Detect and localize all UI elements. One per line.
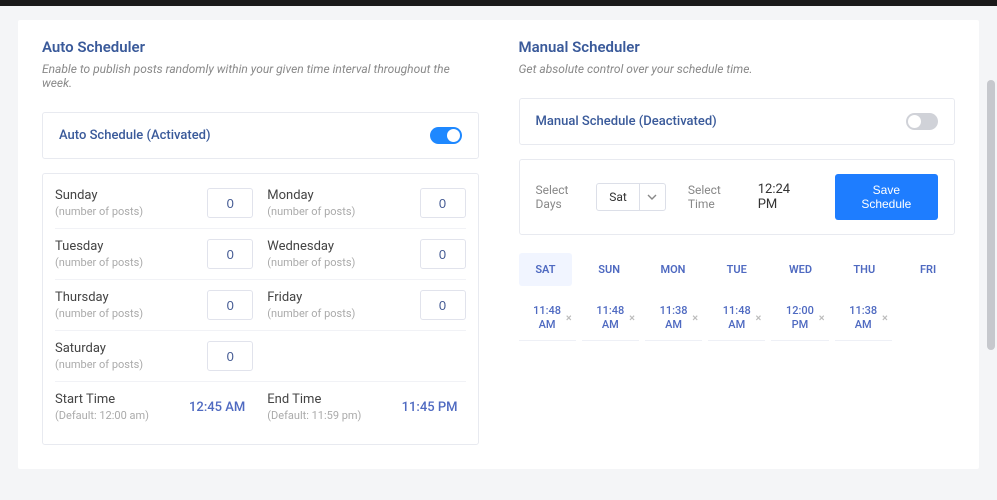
- day-input-saturday[interactable]: [207, 341, 253, 371]
- select-time-value[interactable]: 12:24 PM: [754, 182, 813, 212]
- day-cell-friday: Friday (number of posts): [267, 290, 465, 320]
- auto-subtitle: Enable to publish posts randomly within …: [42, 62, 479, 90]
- end-time-value[interactable]: 11:45 PM: [394, 394, 466, 421]
- select-days-dropdown[interactable]: Sat: [596, 183, 666, 211]
- time-chip: 11:48 AM ×: [582, 296, 639, 341]
- manual-day-tabs: SAT SUN MON TUE WED THU FRI: [519, 253, 956, 286]
- day-name: Friday: [267, 290, 355, 305]
- day-name: Thursday: [55, 290, 143, 305]
- day-name: Monday: [267, 188, 355, 203]
- day-name: Sunday: [55, 188, 143, 203]
- select-time-label: Select Time: [688, 183, 746, 211]
- tab-sun[interactable]: SUN: [582, 253, 636, 286]
- select-days-label: Select Days: [536, 183, 589, 211]
- close-icon[interactable]: ×: [692, 311, 698, 324]
- time-chip-value: 11:48 AM: [596, 304, 624, 332]
- tab-fri[interactable]: FRI: [901, 253, 955, 286]
- day-input-wednesday[interactable]: [420, 239, 466, 269]
- manual-card-label: Manual Schedule (Deactivated): [536, 114, 717, 129]
- day-hint: (number of posts): [267, 307, 355, 320]
- end-time-hint: (Default: 11:59 pm): [267, 409, 361, 422]
- day-input-tuesday[interactable]: [207, 239, 253, 269]
- time-chip: 12:00 PM ×: [771, 296, 828, 341]
- manual-scheduler-column: Manual Scheduler Get absolute control ov…: [519, 38, 956, 445]
- time-chip-value: 11:38 AM: [849, 304, 877, 332]
- time-chip: 11:38 AM ×: [835, 296, 892, 341]
- day-hint: (number of posts): [267, 256, 355, 269]
- end-time-label: End Time: [267, 392, 361, 407]
- time-chip: 11:38 AM ×: [645, 296, 702, 341]
- day-input-monday[interactable]: [420, 188, 466, 218]
- auto-toggle-card: Auto Schedule (Activated): [42, 112, 479, 159]
- day-cell-sunday: Sunday (number of posts): [55, 188, 253, 218]
- day-hint: (number of posts): [55, 205, 143, 218]
- day-input-friday[interactable]: [420, 290, 466, 320]
- time-chip-empty: [898, 296, 955, 341]
- auto-scheduler-column: Auto Scheduler Enable to publish posts r…: [42, 38, 479, 445]
- manual-times-row: 11:48 AM × 11:48 AM × 11:38 AM × 11:48 A…: [519, 296, 956, 341]
- select-time-group: Select Time 12:24 PM: [688, 182, 813, 212]
- select-days-group: Select Days Sat: [536, 183, 666, 211]
- close-icon[interactable]: ×: [566, 311, 572, 324]
- manual-subtitle: Get absolute control over your schedule …: [519, 62, 956, 76]
- close-icon[interactable]: ×: [882, 311, 888, 324]
- page-content: Auto Scheduler Enable to publish posts r…: [18, 20, 979, 469]
- day-hint: (number of posts): [55, 358, 143, 371]
- day-input-sunday[interactable]: [207, 188, 253, 218]
- manual-toggle-card: Manual Schedule (Deactivated): [519, 98, 956, 145]
- day-name: Wednesday: [267, 239, 355, 254]
- day-cell-saturday: Saturday (number of posts): [55, 341, 253, 371]
- day-name: Saturday: [55, 341, 143, 356]
- start-time-cell: Start Time (Default: 12:00 am) 12:45 AM: [55, 392, 253, 422]
- window-topbar: [0, 0, 997, 6]
- auto-card-label: Auto Schedule (Activated): [59, 128, 211, 143]
- tab-sat[interactable]: SAT: [519, 253, 573, 286]
- day-hint: (number of posts): [55, 307, 143, 320]
- start-time-value[interactable]: 12:45 AM: [181, 394, 253, 421]
- tab-mon[interactable]: MON: [646, 253, 700, 286]
- manual-controls: Select Days Sat Select Time 12:24 PM Sav…: [519, 159, 956, 235]
- close-icon[interactable]: ×: [629, 311, 635, 324]
- day-cell-monday: Monday (number of posts): [267, 188, 465, 218]
- day-name: Tuesday: [55, 239, 143, 254]
- start-time-label: Start Time: [55, 392, 149, 407]
- time-chip-value: 11:48 AM: [723, 304, 751, 332]
- day-input-thursday[interactable]: [207, 290, 253, 320]
- time-chip: 11:48 AM ×: [708, 296, 765, 341]
- manual-title: Manual Scheduler: [519, 38, 956, 56]
- close-icon[interactable]: ×: [756, 311, 762, 324]
- day-cell-tuesday: Tuesday (number of posts): [55, 239, 253, 269]
- time-chip-value: 11:48 AM: [533, 304, 561, 332]
- time-chip: 11:48 AM ×: [519, 296, 576, 341]
- day-cell-wednesday: Wednesday (number of posts): [267, 239, 465, 269]
- tab-wed[interactable]: WED: [774, 253, 828, 286]
- chevron-down-icon: [639, 184, 665, 210]
- select-days-value: Sat: [597, 190, 639, 204]
- time-chip-value: 11:38 AM: [660, 304, 688, 332]
- end-time-cell: End Time (Default: 11:59 pm) 11:45 PM: [267, 392, 465, 422]
- auto-day-grid: Sunday (number of posts) Monday (number …: [42, 173, 479, 445]
- auto-toggle[interactable]: [430, 127, 462, 144]
- close-icon[interactable]: ×: [819, 311, 825, 324]
- manual-toggle[interactable]: [906, 113, 938, 130]
- tab-thu[interactable]: THU: [837, 253, 891, 286]
- auto-title: Auto Scheduler: [42, 38, 479, 56]
- time-chip-value: 12:00 PM: [786, 304, 814, 332]
- start-time-hint: (Default: 12:00 am): [55, 409, 149, 422]
- scrollbar-thumb[interactable]: [987, 80, 995, 350]
- day-cell-empty: [267, 341, 465, 371]
- tab-tue[interactable]: TUE: [710, 253, 764, 286]
- save-schedule-button[interactable]: Save Schedule: [835, 174, 938, 220]
- day-hint: (number of posts): [267, 205, 355, 218]
- day-cell-thursday: Thursday (number of posts): [55, 290, 253, 320]
- day-hint: (number of posts): [55, 256, 143, 269]
